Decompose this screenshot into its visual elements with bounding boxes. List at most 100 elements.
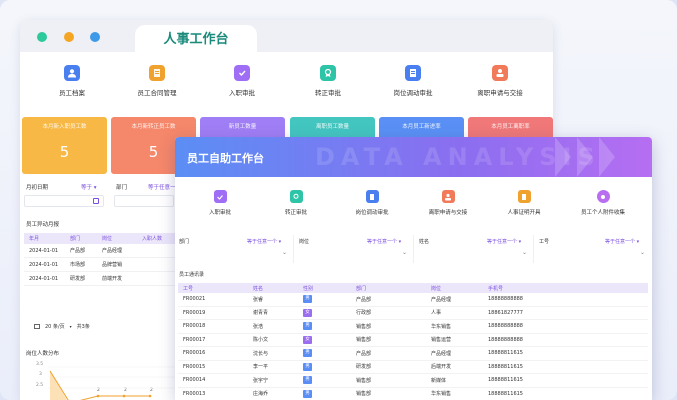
change-report-table: 年月 部门 岗位 入职人数 2024-01-01 产品部 产品经理 2024-0… [24, 233, 176, 286]
department-select[interactable] [114, 195, 174, 207]
filter-operator[interactable]: 等于任意一个 ▾ [367, 238, 401, 245]
stat-value: 5 [59, 143, 70, 161]
table-row[interactable]: FR00016 沈长与 男 产品部 产品经理 18888811615 [178, 347, 648, 361]
cell: 张浩 [253, 323, 264, 330]
tab-hr-workbench[interactable]: 人事工作台 [135, 25, 257, 55]
cell: 18888888888 [488, 336, 523, 343]
nav-item-contract-management[interactable]: 员工合同管理 [117, 65, 197, 97]
employee-directory-table: 工号 姓名 性别 部门 岗位 手机号 FR00021 张睿男产品部 产品经理 1888… [178, 283, 648, 400]
col-header[interactable]: 入职人数 [142, 235, 176, 242]
date-picker-input[interactable] [24, 195, 104, 207]
nav-label: 员工合同管理 [137, 89, 177, 97]
stat-card-new-hires: 本月新入职员工数 5 [22, 117, 107, 174]
table-row[interactable]: FR00017 陈小文 女 销售部 销售运营 18888888888 [178, 334, 648, 347]
cell: 行政部 [356, 310, 372, 317]
stat-title: 本月员工新进率 [402, 124, 441, 130]
gender-tag: 男 [303, 362, 312, 371]
col-header[interactable]: 姓名 [251, 285, 301, 292]
nav-item-onboarding-approval[interactable]: 入职审批 [183, 190, 257, 216]
nav-item-attachments[interactable]: 员工个人附件收集 [563, 190, 643, 216]
col-header[interactable]: 岗位 [102, 235, 142, 242]
table-row[interactable]: FR00018 张浩 男 销售部 华东销售 18888888888 [178, 320, 648, 334]
nav-item-resignation[interactable]: 离职申请与交接 [460, 65, 540, 97]
cell: FR00015 [183, 363, 206, 370]
handover-icon [492, 65, 508, 81]
col-header[interactable]: 部门 [354, 285, 429, 292]
nav-item-transfer-approval[interactable]: 岗位调动审批 [335, 190, 409, 216]
window-close-dot[interactable] [37, 32, 47, 42]
cell: 销售部 [356, 391, 372, 398]
pagination: 20 条/页 ▾ 共3条 [34, 323, 90, 330]
document-icon [365, 190, 379, 203]
cell: 男 [301, 362, 354, 371]
cell: 后端开发 [431, 364, 452, 371]
nav-item-resignation[interactable]: 离职申请与交接 [411, 190, 485, 216]
table-header: 工号 姓名 性别 部门 岗位 手机号 [178, 283, 648, 293]
col-header[interactable]: 部门 [70, 235, 102, 242]
filter-operator[interactable]: 等于任意一个 ▾ [247, 238, 281, 245]
cell: 前端开发 [102, 276, 123, 282]
cell: 女 [301, 335, 354, 344]
filter-label: 部门 [179, 239, 190, 245]
cell: FR00016 [183, 350, 206, 357]
cell: 销售部 [356, 337, 372, 344]
chevron-down-icon: ⌄ [282, 249, 288, 256]
table-row[interactable]: 2024-01-01 市场部 品牌营销 [24, 258, 176, 272]
chevron-down-icon: ▾ [69, 324, 72, 329]
nav-label: 离职申请与交接 [477, 89, 523, 97]
page-size-select[interactable]: 20 条/页 [45, 323, 65, 330]
filter-name[interactable]: 姓名 等于任意一个 ▾ ⌄ [415, 235, 534, 263]
filter-operator[interactable]: 等于任意一个 ▾ [605, 238, 639, 245]
filter-employee-id[interactable]: 工号 等于任意一个 ▾ ⌄ [535, 235, 652, 263]
chevron-decor [555, 137, 571, 177]
filter-operator[interactable]: 等于任意一个 ▾ [487, 238, 521, 245]
table-row[interactable]: FR00021 张睿 男 产品部 产品经理 18888888888 [178, 293, 648, 307]
chevron-down-icon: ⌄ [640, 249, 646, 256]
nav-item-employee-files[interactable]: 员工档案 [32, 65, 112, 97]
table-row[interactable]: 2024-01-01 产品部 产品经理 [24, 244, 176, 258]
filter-position[interactable]: 岗位 等于任意一个 ▾ ⌄ [295, 235, 414, 263]
gender-tag: 男 [303, 295, 312, 304]
badge-icon [320, 65, 336, 81]
cell: FR00013 [183, 390, 206, 397]
table-row[interactable]: FR00019 谢青青 女 行政部 人事 18861827777 [178, 307, 648, 320]
cell: 产品经理 [431, 296, 452, 303]
cell: 销售部 [356, 323, 372, 330]
filter-month-start: 月初日期 等于 ▾ [26, 183, 106, 191]
col-header[interactable]: 岗位 [429, 285, 486, 292]
table-row[interactable]: 2024-01-01 研发部 前端开发 [24, 272, 176, 286]
gender-tag: 男 [303, 349, 312, 358]
cell: 产品部 [70, 248, 86, 254]
filter-department[interactable]: 部门 等于任意一个 ▾ ⌄ [175, 235, 294, 263]
page-icon[interactable] [34, 324, 40, 329]
col-header[interactable]: 工号 [178, 285, 251, 292]
cell: 女 [301, 308, 354, 317]
cell: FR00021 [183, 296, 206, 303]
cell: 研发部 [70, 276, 86, 282]
col-header[interactable]: 性别 [301, 285, 354, 292]
cell: 男 [301, 389, 354, 398]
nav-item-certificate[interactable]: 人事证明开具 [487, 190, 561, 216]
cell: FR00019 [183, 309, 206, 316]
window-minimize-dot[interactable] [64, 32, 74, 42]
col-header[interactable]: 手机号 [486, 285, 648, 292]
cell: 沈长与 [253, 350, 269, 357]
nav-item-regularization-approval[interactable]: 转正审批 [288, 65, 368, 97]
cell: 18888811615 [488, 363, 523, 370]
stat-title: 离职员工数量 [315, 124, 349, 130]
filter-operator[interactable]: 等于 ▾ [81, 183, 97, 191]
table-row[interactable]: FR00013 庄海乔 男 销售部 华东销售 18888811615 [178, 388, 648, 400]
table-row[interactable]: FR00015 李一平 男 研发部 后端开发 18888811615 [178, 361, 648, 374]
cell: 男 [301, 322, 354, 331]
nav-item-regularization-approval[interactable]: 转正审批 [259, 190, 333, 216]
gender-tag: 男 [303, 389, 312, 398]
table-header: 年月 部门 岗位 入职人数 [24, 233, 176, 244]
col-header[interactable]: 年月 [24, 235, 70, 242]
cell: 市场部 [70, 262, 86, 268]
nav-item-transfer-approval[interactable]: 岗位调动审批 [373, 65, 453, 97]
nav-label: 岗位调动审批 [355, 210, 389, 216]
window-maximize-dot[interactable] [90, 32, 100, 42]
table-row[interactable]: FR00014 张宇宁 男 销售部 新媒体 18888811615 [178, 374, 648, 388]
chevron-decor [599, 137, 615, 177]
nav-item-onboarding-approval[interactable]: 入职审批 [202, 65, 282, 97]
